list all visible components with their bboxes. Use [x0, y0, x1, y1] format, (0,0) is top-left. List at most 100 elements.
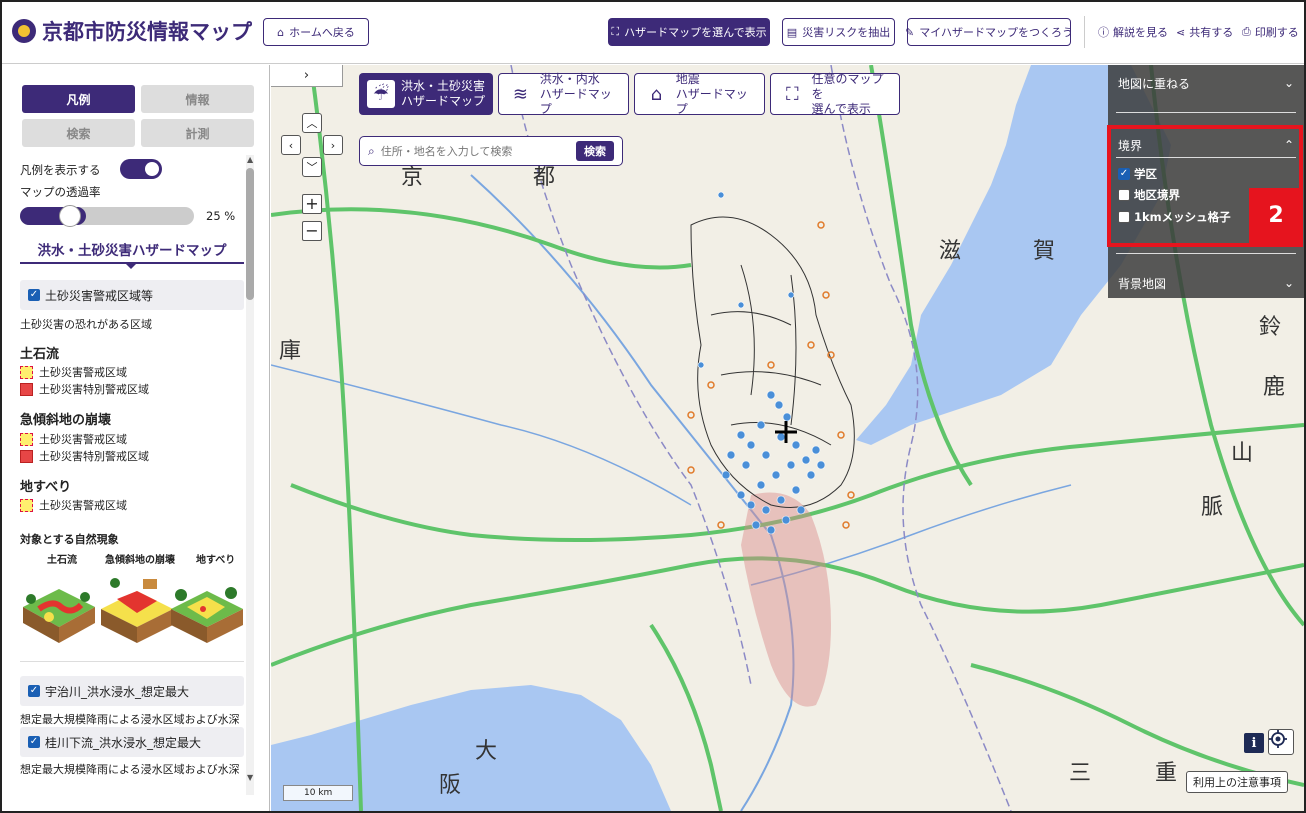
pan-left-button[interactable]: ‹: [281, 135, 301, 155]
place-label: 鈴: [1259, 315, 1282, 340]
layer-katsura-label: 桂川下流_洪水浸水_想定最大: [45, 735, 202, 750]
zoom-in-button[interactable]: +: [302, 194, 322, 214]
share-link[interactable]: ⋖ 共有する: [1176, 24, 1233, 40]
layer-sediment-desc: 土砂災害の恐れがある区域: [20, 318, 152, 331]
layer-katsura-row[interactable]: ✓ 桂川下流_洪水浸水_想定最大: [20, 727, 244, 757]
help-link[interactable]: ⓘ 解説を見る: [1098, 24, 1168, 40]
expressway: [649, 623, 723, 811]
search-input[interactable]: [380, 144, 571, 158]
ill-label-slope: 急傾斜地の崩壊: [105, 555, 175, 566]
overlay-separator: [1116, 112, 1296, 113]
overlay-header[interactable]: 地図に重ねる ⌄: [1108, 73, 1304, 93]
site-logo[interactable]: 京都市防災情報マップ: [12, 16, 252, 46]
share-icon: ⋖: [1176, 25, 1186, 39]
flood-inland-hazard-button[interactable]: ≋ 洪水・内水 ハザードマップ: [498, 71, 629, 116]
tab-search[interactable]: 検索: [22, 119, 135, 147]
hazard-button-line1: 洪水・内水: [539, 71, 600, 86]
opacity-label: マップの透過率: [20, 185, 101, 199]
site-title: 京都市防災情報マップ: [42, 20, 252, 44]
hazard-button-line1: 洪水・土砂災害: [401, 79, 486, 93]
chevron-right-icon: ›: [303, 68, 310, 83]
sidebar-scrollbar-thumb[interactable]: [246, 168, 254, 300]
place-label: 重: [1155, 761, 1178, 786]
layer-sediment-label: 土砂災害警戒区域等: [45, 288, 154, 303]
category-debris-flow: 土石流: [20, 347, 60, 362]
place-label: 鹿: [1263, 375, 1286, 400]
ill-label-landslide: 地すべり: [196, 555, 236, 566]
swatch-yellow: [20, 365, 33, 379]
hazard-button-line2: ハザードマップ: [539, 86, 612, 116]
legend-item: 土砂災害警戒区域: [20, 431, 127, 447]
earthquake-hazard-button[interactable]: ⌂ 地震 ハザードマップ: [634, 72, 765, 117]
chevron-down-icon: ﹀: [306, 161, 318, 174]
zoom-out-button[interactable]: −: [302, 221, 322, 241]
plus-icon: +: [305, 194, 319, 213]
place-label: 大: [475, 739, 498, 764]
chevron-up-icon: ︿: [306, 117, 318, 130]
current-location-button[interactable]: [1268, 729, 1294, 755]
custom-map-button[interactable]: ⛶ 任意のマップを 選んで表示: [770, 71, 900, 116]
select-hazard-map-button[interactable]: ⛶ ハザードマップを選んで表示: [608, 18, 770, 46]
tab-legend[interactable]: 凡例: [22, 85, 135, 113]
info-button[interactable]: i: [1244, 733, 1264, 753]
search-box: ⌕ 検索: [359, 136, 623, 166]
layer-sediment-row[interactable]: ✓ 土砂災害警戒区域等: [20, 280, 244, 310]
tab-info[interactable]: 情報: [141, 85, 254, 113]
steep-slope-illustration: [101, 578, 173, 643]
flood-landslide-hazard-button[interactable]: ☔ 洪水・土砂災害 ハザードマップ: [359, 73, 493, 115]
pan-up-button[interactable]: ︿: [302, 113, 322, 133]
sidebar-collapse-button[interactable]: ›: [271, 65, 343, 87]
checkbox-checked-icon[interactable]: ✓: [28, 685, 40, 697]
opacity-slider-handle[interactable]: [59, 205, 81, 227]
search-button[interactable]: 検索: [576, 141, 614, 161]
layer-uji-row[interactable]: ✓ 宇治川_洪水浸水_想定最大: [20, 676, 244, 706]
pan-right-button[interactable]: ›: [323, 135, 343, 155]
print-link[interactable]: ⎙ 印刷する: [1242, 24, 1299, 40]
info-icon: i: [1251, 735, 1257, 751]
layer-uji-label: 宇治川_洪水浸水_想定最大: [45, 684, 190, 699]
ill-label-debris: 土石流: [47, 555, 77, 566]
place-label: 山: [1231, 441, 1254, 466]
pan-down-button[interactable]: ﹀: [302, 157, 322, 177]
show-legend-label: 凡例を表示する: [20, 163, 101, 177]
chevron-right-icon: ›: [330, 138, 336, 152]
usage-notice-button[interactable]: 利用上の注意事項: [1186, 771, 1288, 793]
earthquake-icon: ⌂: [650, 83, 663, 105]
extract-risk-button[interactable]: ▤ 災害リスクを抽出: [782, 18, 895, 46]
hazard-button-text: 地震 ハザードマップ: [676, 72, 756, 117]
swatch-red: [20, 449, 33, 463]
printer-icon: ⎙: [1242, 25, 1251, 38]
header-divider: [1084, 16, 1085, 48]
hazard-button-line2: ハザードマップ: [675, 86, 748, 116]
swatch-yellow: [20, 432, 33, 446]
chevron-down-icon: ⌄: [1283, 276, 1294, 290]
tools-icon: ✎: [905, 25, 915, 39]
scroll-down-icon[interactable]: ▼: [247, 773, 253, 782]
map-canvas[interactable]: 滋 賀 庫 大 阪 三 重 鈴 鹿 山 脈 京 都 › ☔ 洪水・土砂災害 ハザ…: [271, 65, 1304, 811]
hazard-button-line2: ハザードマップ: [401, 94, 486, 108]
scroll-up-icon[interactable]: ▲: [247, 155, 253, 164]
tab-measure[interactable]: 計測: [141, 119, 254, 147]
legend-item: 土砂災害警戒区域: [20, 364, 127, 380]
help-icon: ⓘ: [1098, 26, 1109, 39]
place-label: 庫: [279, 339, 302, 364]
hazard-button-line1: 任意のマップを: [811, 71, 884, 101]
show-legend-toggle[interactable]: [120, 159, 162, 179]
chevron-down-icon: ⌄: [1283, 76, 1294, 90]
minus-icon: −: [305, 221, 319, 240]
category-steep-slope: 急傾斜地の崩壊: [20, 413, 112, 428]
swatch-yellow: [20, 498, 33, 512]
hazard-button-text: 洪水・土砂災害 ハザードマップ: [401, 79, 485, 109]
shelter-markers-orange: [687, 221, 855, 529]
checkbox-checked-icon[interactable]: ✓: [28, 736, 40, 748]
my-hazard-map-button[interactable]: ✎ マイハザードマップをつくろう: [905, 18, 1073, 46]
legend-item: 土砂災害特別警戒区域: [20, 448, 149, 464]
sidebar: 凡例 情報 検索 計測 ▲ ▼ 凡例を表示する マップの透過率 25 % 洪水・…: [2, 65, 270, 811]
locate-icon: [1269, 730, 1287, 748]
legend-item: 土砂災害警戒区域: [20, 497, 127, 513]
home-button[interactable]: ⌂ ホームへ戻る: [263, 18, 369, 46]
basemap-separator: [1116, 253, 1296, 254]
checkbox-checked-icon[interactable]: ✓: [28, 289, 40, 301]
debris-flow-illustration: [23, 589, 95, 643]
basemap-header[interactable]: 背景地図 ⌄: [1108, 273, 1304, 293]
